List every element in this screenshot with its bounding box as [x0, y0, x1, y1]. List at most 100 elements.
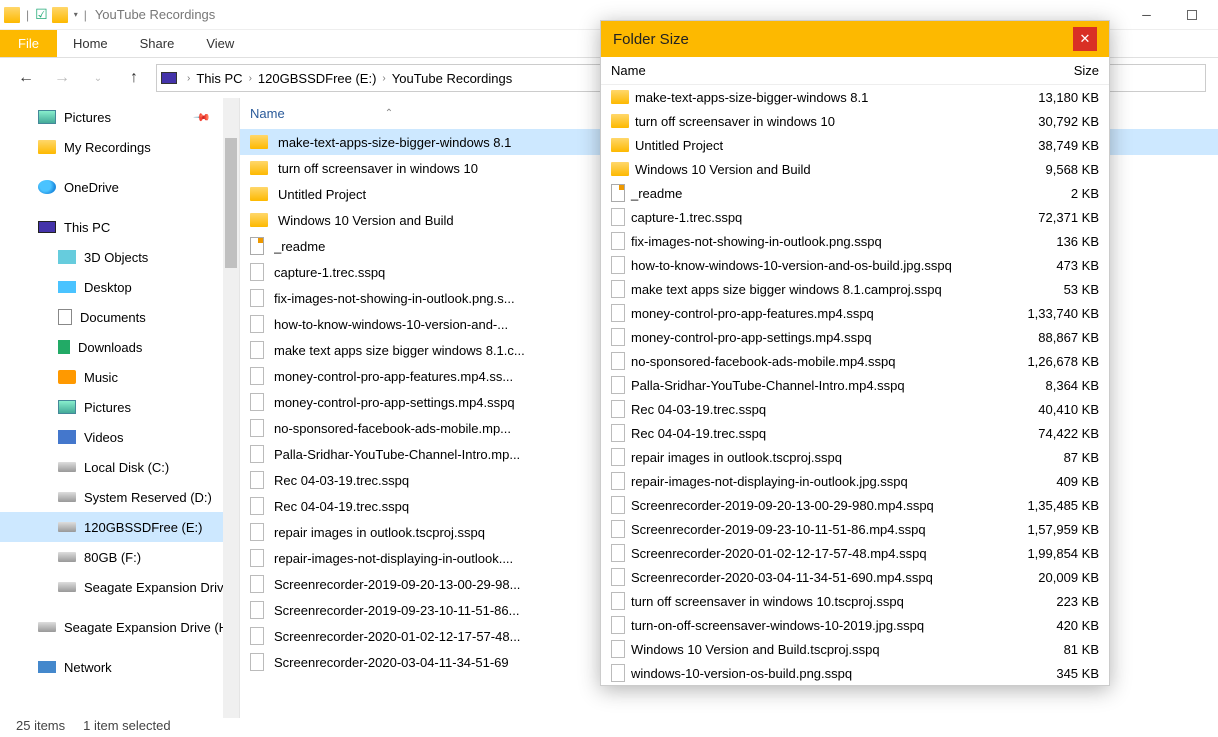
nav-item[interactable]: 80GB (F:)	[0, 542, 239, 572]
popup-row[interactable]: repair images in outlook.tscproj.sspq87 …	[601, 445, 1109, 469]
popup-row[interactable]: make text apps size bigger windows 8.1.c…	[601, 277, 1109, 301]
popup-row[interactable]: fix-images-not-showing-in-outlook.png.ss…	[601, 229, 1109, 253]
popup-row[interactable]: capture-1.trec.sspq72,371 KB	[601, 205, 1109, 229]
item-name: Rec 04-04-19.trec.sspq	[631, 426, 766, 441]
chevron-right-icon[interactable]: ›	[382, 73, 385, 84]
view-tab[interactable]: View	[190, 30, 250, 57]
popup-row[interactable]: turn off screensaver in windows 1030,792…	[601, 109, 1109, 133]
nav-label: OneDrive	[64, 180, 119, 195]
name-column[interactable]: Name	[611, 63, 1019, 78]
item-size: 88,867 KB	[1009, 330, 1099, 345]
popup-row[interactable]: Rec 04-04-19.trec.sspq74,422 KB	[601, 421, 1109, 445]
item-size: 1,33,740 KB	[1009, 306, 1099, 321]
nav-item[interactable]: Downloads	[0, 332, 239, 362]
nav-item[interactable]: Desktop	[0, 272, 239, 302]
up-button[interactable]: ↑	[120, 64, 148, 92]
file-icon	[250, 523, 264, 541]
file-icon	[250, 471, 264, 489]
popup-row[interactable]: repair-images-not-displaying-in-outlook.…	[601, 469, 1109, 493]
nav-label: System Reserved (D:)	[84, 490, 212, 505]
minimize-button[interactable]: ─	[1124, 0, 1169, 30]
file-name: turn off screensaver in windows 10	[278, 161, 478, 176]
popup-row[interactable]: _readme2 KB	[601, 181, 1109, 205]
popup-row[interactable]: money-control-pro-app-settings.mp4.sspq8…	[601, 325, 1109, 349]
popup-row[interactable]: turn off screensaver in windows 10.tscpr…	[601, 589, 1109, 613]
share-tab[interactable]: Share	[124, 30, 191, 57]
file-name: Windows 10 Version and Build	[278, 213, 454, 228]
nav-item[interactable]: 120GBSSDFree (E:)	[0, 512, 239, 542]
popup-row[interactable]: make-text-apps-size-bigger-windows 8.113…	[601, 85, 1109, 109]
recent-dropdown[interactable]: ⌄	[84, 64, 112, 92]
popup-titlebar[interactable]: Folder Size ✕	[601, 21, 1109, 57]
popup-row[interactable]: Windows 10 Version and Build.tscproj.ssp…	[601, 637, 1109, 661]
popup-row[interactable]: Screenrecorder-2020-03-04-11-34-51-690.m…	[601, 565, 1109, 589]
maximize-button[interactable]	[1169, 0, 1214, 30]
item-name: Screenrecorder-2020-01-02-12-17-57-48.mp…	[631, 546, 927, 561]
nav-item[interactable]: Seagate Expansion Drive	[0, 572, 239, 602]
nav-item[interactable]: Videos	[0, 422, 239, 452]
nav-item[interactable]: Network	[0, 652, 239, 682]
nav-item[interactable]: Local Disk (C:)	[0, 452, 239, 482]
item-name: windows-10-version-os-build.png.sspq	[631, 666, 852, 681]
file-name: _readme	[274, 239, 325, 254]
name-column[interactable]: Name	[250, 106, 285, 121]
popup-row[interactable]: Screenrecorder-2019-09-23-10-11-51-86.mp…	[601, 517, 1109, 541]
nav-label: Music	[84, 370, 118, 385]
pic-icon	[38, 110, 56, 124]
file-name: make-text-apps-size-bigger-windows 8.1	[278, 135, 511, 150]
popup-row[interactable]: turn-on-off-screensaver-windows-10-2019.…	[601, 613, 1109, 637]
nav-item[interactable]: Documents	[0, 302, 239, 332]
popup-row[interactable]: Screenrecorder-2019-09-20-13-00-29-980.m…	[601, 493, 1109, 517]
disk-icon	[58, 552, 76, 562]
popup-row[interactable]: Windows 10 Version and Build9,568 KB	[601, 157, 1109, 181]
nav-item[interactable]: System Reserved (D:)	[0, 482, 239, 512]
item-count: 25 items	[16, 718, 65, 733]
folder-icon	[38, 140, 56, 154]
crumb-this-pc[interactable]: This PC	[196, 71, 242, 86]
size-column[interactable]: Size	[1019, 63, 1099, 78]
nav-label: Local Disk (C:)	[84, 460, 169, 475]
popup-row[interactable]: money-control-pro-app-features.mp4.sspq1…	[601, 301, 1109, 325]
nav-item[interactable]: Seagate Expansion Drive (H	[0, 612, 239, 642]
popup-row[interactable]: Screenrecorder-2020-01-02-12-17-57-48.mp…	[601, 541, 1109, 565]
nav-item[interactable]: My Recordings	[0, 132, 239, 162]
check-icon[interactable]: ☑	[35, 6, 48, 23]
popup-row[interactable]: Rec 04-03-19.trec.sspq40,410 KB	[601, 397, 1109, 421]
crumb-drive[interactable]: 120GBSSDFree (E:)	[258, 71, 377, 86]
nav-item[interactable]: This PC	[0, 212, 239, 242]
folder-icon	[611, 162, 629, 176]
item-name: Untitled Project	[635, 138, 723, 153]
file-tab[interactable]: File	[0, 30, 57, 57]
navigation-pane[interactable]: Pictures📌My Recordings OneDrive This PC3D …	[0, 98, 240, 718]
chevron-right-icon[interactable]: ›	[249, 73, 252, 84]
item-name: turn off screensaver in windows 10.tscpr…	[631, 594, 904, 609]
popup-row[interactable]: how-to-know-windows-10-version-and-os-bu…	[601, 253, 1109, 277]
nav-item[interactable]: Music	[0, 362, 239, 392]
separator: |	[84, 8, 87, 22]
file-name: Screenrecorder-2020-03-04-11-34-51-69	[274, 655, 509, 670]
popup-row[interactable]: Untitled Project38,749 KB	[601, 133, 1109, 157]
chevron-right-icon[interactable]: ›	[187, 73, 190, 84]
file-icon	[250, 315, 264, 333]
close-button[interactable]: ✕	[1073, 27, 1097, 51]
forward-button[interactable]: →	[48, 64, 76, 92]
nav-item[interactable]: Pictures	[0, 392, 239, 422]
file-icon	[611, 616, 625, 634]
popup-list[interactable]: make-text-apps-size-bigger-windows 8.113…	[601, 85, 1109, 685]
back-button[interactable]: ←	[12, 64, 40, 92]
app-folder-icon	[4, 7, 20, 23]
crumb-folder[interactable]: YouTube Recordings	[392, 71, 512, 86]
file-icon	[250, 341, 264, 359]
nav-item[interactable]: 3D Objects	[0, 242, 239, 272]
popup-row[interactable]: windows-10-version-os-build.png.sspq345 …	[601, 661, 1109, 685]
home-tab[interactable]: Home	[57, 30, 124, 57]
dropdown-icon[interactable]: ▾	[74, 10, 78, 19]
popup-row[interactable]: Palla-Sridhar-YouTube-Channel-Intro.mp4.…	[601, 373, 1109, 397]
folder-icon[interactable]	[52, 7, 68, 23]
nav-item[interactable]: OneDrive	[0, 172, 239, 202]
popup-columns[interactable]: Name Size	[601, 57, 1109, 85]
scrollbar[interactable]	[223, 98, 239, 718]
file-name: Rec 04-04-19.trec.sspq	[274, 499, 409, 514]
popup-row[interactable]: no-sponsored-facebook-ads-mobile.mp4.ssp…	[601, 349, 1109, 373]
nav-item[interactable]: Pictures📌	[0, 102, 239, 132]
